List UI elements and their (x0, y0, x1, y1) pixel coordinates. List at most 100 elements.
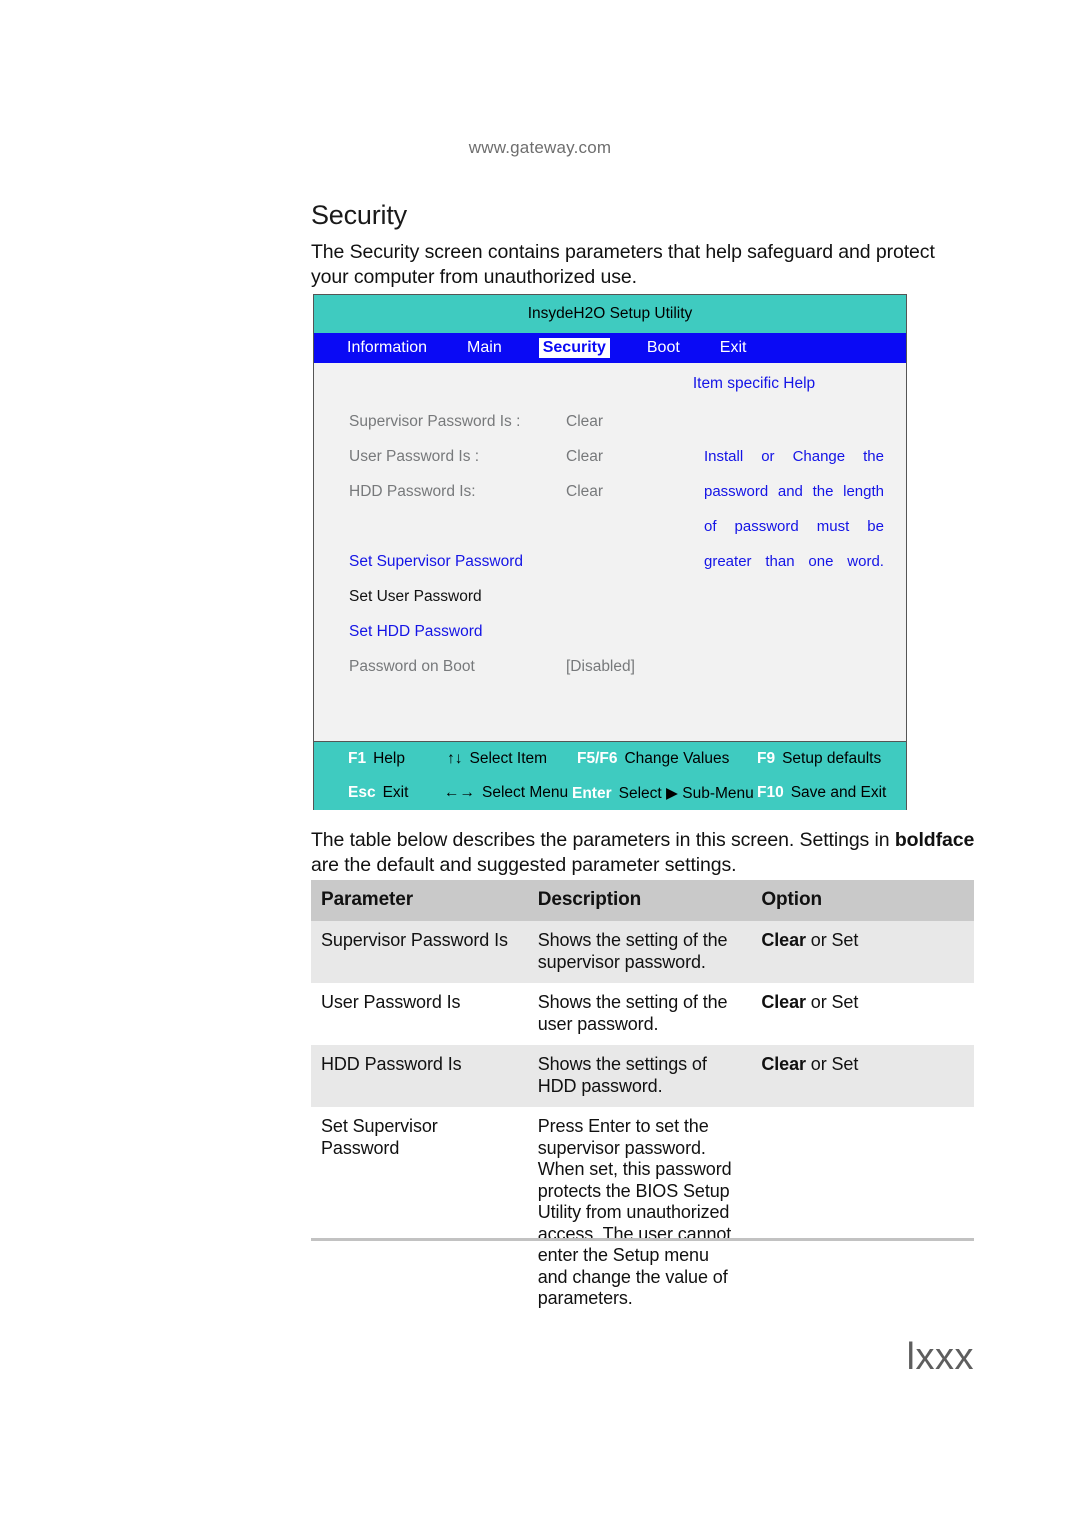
help-word: word. (847, 553, 884, 570)
key-label: Select Menu (482, 784, 569, 801)
key-cap: F1 (348, 750, 367, 767)
field-value: [Disabled] (566, 658, 635, 675)
column-header-parameter: Parameter (311, 880, 528, 921)
help-text-line-2: password and the length (704, 483, 884, 500)
table-bottom-rule (311, 1238, 974, 1241)
tab-security[interactable]: Security (538, 338, 610, 358)
help-text-line-1: Install or Change the (704, 448, 884, 465)
cell-parameter: HDD Password Is (311, 1045, 528, 1107)
help-word: Change (792, 448, 846, 465)
page-title: Security (311, 200, 407, 230)
footer-key-arrows-leftright[interactable]: ←→ Select Menu (444, 784, 568, 802)
help-word: length (843, 483, 884, 500)
help-word: Install (704, 448, 744, 465)
key-label: Change Values (624, 750, 730, 767)
cell-description: Press Enter to set the supervisor passwo… (527, 1107, 752, 1320)
field-label: Supervisor Password Is : (349, 413, 521, 430)
footer-key-f5-f6[interactable]: F5/F6 Change Values (577, 750, 729, 768)
cell-parameter: User Password Is (311, 983, 528, 1045)
footer-key-enter[interactable]: Enter Select ▶ Sub-Menu (572, 784, 754, 803)
field-label: Set User Password (349, 588, 482, 605)
field-value: Clear (566, 413, 604, 430)
help-word: greater (704, 553, 752, 570)
field-value: Clear (566, 448, 604, 465)
tab-exit[interactable]: Exit (717, 338, 750, 358)
bios-title: InsydeH2O Setup Utility (527, 305, 693, 322)
cell-option: Clear or Set (751, 1045, 974, 1107)
key-label: Select Item (469, 750, 548, 767)
table-header-row: Parameter Description Option (311, 880, 974, 921)
help-word: the (812, 483, 834, 500)
page-number: lxxx (906, 1336, 974, 1378)
tab-boot[interactable]: Boot (644, 338, 683, 358)
help-panel-title: Item specific Help (692, 375, 816, 392)
bios-footer-row-2: Esc Exit ←→ Select Menu Enter Select ▶ S… (314, 776, 906, 810)
arrow-up-down-icon: ↑↓ (447, 750, 463, 767)
footer-key-arrows-updown[interactable]: ↑↓ Select Item (447, 750, 547, 768)
help-text-line-3: of password must be (704, 518, 884, 535)
footer-key-f1[interactable]: F1 Help (348, 750, 405, 768)
field-label: Set Supervisor Password (349, 553, 524, 570)
cell-parameter: Supervisor Password Is (311, 921, 528, 983)
table-row: Supervisor Password Is Shows the setting… (311, 921, 974, 983)
table-intro-part-2: are the default and suggested parameter … (311, 854, 737, 876)
table-row: HDD Password Is Shows the settings of HD… (311, 1045, 974, 1107)
tab-main[interactable]: Main (464, 338, 505, 358)
bios-titlebar: InsydeH2O Setup Utility (314, 295, 906, 333)
option-default: Clear (761, 1054, 806, 1074)
cell-option: Clear or Set (751, 921, 974, 983)
column-header-option: Option (751, 880, 974, 921)
help-word: be (867, 518, 884, 535)
column-header-description: Description (527, 880, 752, 921)
field-label: HDD Password Is: (349, 483, 476, 500)
table-row: User Password Is Shows the setting of th… (311, 983, 974, 1045)
option-rest: or Set (805, 1054, 859, 1074)
key-cap: F5/F6 (577, 750, 618, 767)
cell-description: Shows the setting of the supervisor pass… (527, 921, 752, 983)
key-cap: Esc (348, 784, 376, 801)
key-label: Exit (382, 784, 409, 801)
cell-description: Shows the settings of HDD password. (527, 1045, 752, 1107)
help-word: the (863, 448, 884, 465)
cell-description: Shows the setting of the user password. (527, 983, 752, 1045)
option-default: Clear (761, 930, 806, 950)
bios-footer: F1 Help ↑↓ Select Item F5/F6 Change Valu… (314, 741, 906, 810)
bios-footer-row-1: F1 Help ↑↓ Select Item F5/F6 Change Valu… (314, 742, 906, 776)
help-word: of (704, 518, 717, 535)
help-word: or (761, 448, 775, 465)
help-text-line-4: greater than one word. (704, 553, 884, 570)
help-word: must (816, 518, 850, 535)
arrow-left-right-icon: ←→ (444, 784, 475, 801)
field-value: Clear (566, 483, 604, 500)
option-rest: or Set (805, 992, 859, 1012)
help-word: and (777, 483, 803, 500)
key-cap: Enter (572, 784, 612, 802)
key-label: Save and Exit (790, 784, 887, 801)
table-intro-part-1: The table below describes the parameters… (311, 829, 895, 851)
intro-paragraph: The Security screen contains parameters … (311, 241, 935, 288)
key-cap: F10 (757, 784, 784, 801)
help-word: than (765, 553, 795, 570)
cell-option (751, 1107, 974, 1320)
footer-key-f10[interactable]: F10 Save and Exit (757, 784, 886, 802)
footer-key-f9[interactable]: F9 Setup defaults (757, 750, 881, 768)
key-label: Help (373, 750, 405, 767)
field-label: Set HDD Password (349, 623, 483, 640)
key-cap: F9 (757, 750, 776, 767)
bios-menubar[interactable]: Information Main Security Boot Exit (314, 333, 906, 363)
cell-parameter: Set Supervisor Password (311, 1107, 528, 1320)
table-intro-bold: boldface (894, 829, 975, 851)
key-label: Select ▶ Sub-Menu (618, 784, 754, 802)
footer-key-esc[interactable]: Esc Exit (348, 784, 408, 802)
option-default: Clear (761, 992, 806, 1012)
bios-setup-screenshot: InsydeH2O Setup Utility Information Main… (313, 294, 907, 810)
option-rest: or Set (805, 930, 859, 950)
key-label: Setup defaults (782, 750, 882, 767)
tab-information[interactable]: Information (344, 338, 430, 358)
parameters-table: Parameter Description Option Supervisor … (311, 880, 974, 1320)
running-head: www.gateway.com (468, 138, 612, 157)
field-label: User Password Is : (349, 448, 480, 465)
table-row: Set Supervisor Password Press Enter to s… (311, 1107, 974, 1320)
field-label: Password on Boot (349, 658, 475, 675)
table-intro-paragraph: The table below describes the parameters… (311, 828, 976, 878)
